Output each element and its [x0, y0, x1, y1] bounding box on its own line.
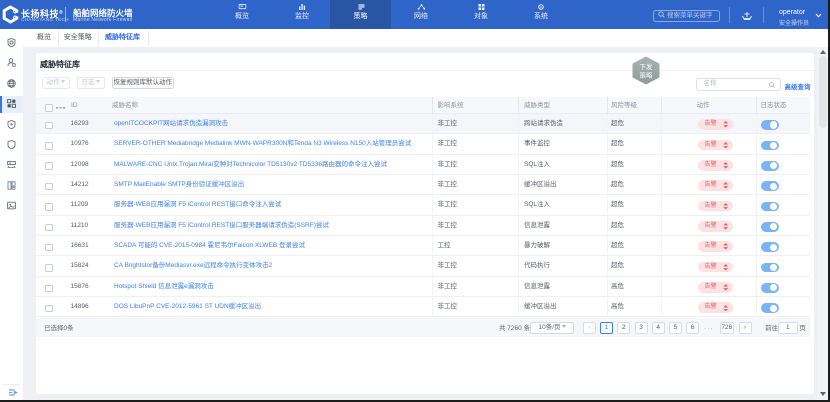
- svg-text:策略: 策略: [640, 71, 654, 80]
- svg-text:下发: 下发: [640, 62, 654, 71]
